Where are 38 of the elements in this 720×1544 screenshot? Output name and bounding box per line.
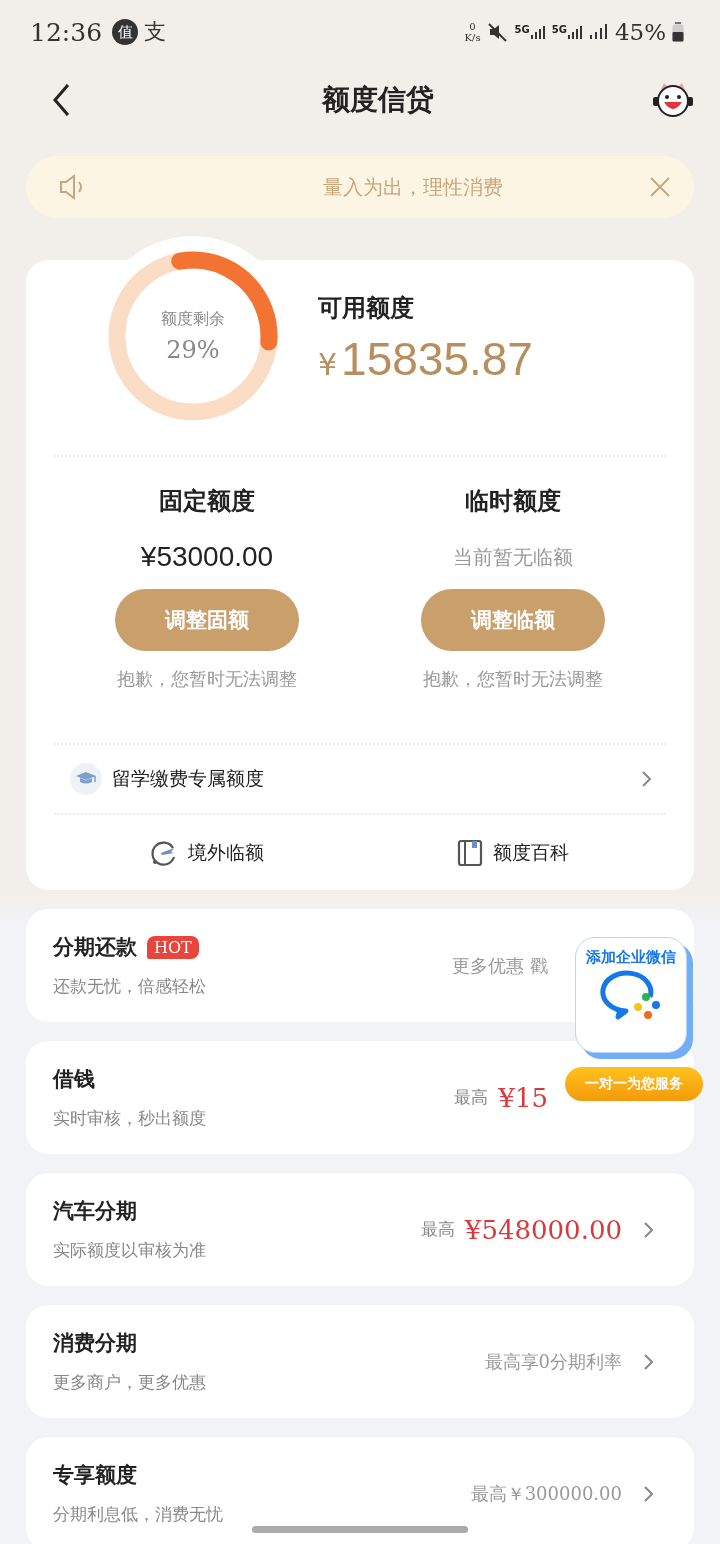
hot-badge: HOT xyxy=(147,935,199,959)
adjust-note: 抱歉，您暂时无法调整 xyxy=(423,667,603,691)
max-amount: ¥15 xyxy=(498,1082,548,1113)
network-speed: 0 K/s xyxy=(464,21,481,43)
status-time: 12:36 xyxy=(30,17,103,47)
product-subtitle: 实时审核，秒出额度 xyxy=(53,1107,207,1130)
ring-percent: 29% xyxy=(166,335,220,364)
page-title: 额度信贷 xyxy=(322,82,434,118)
product-title: 借钱 xyxy=(53,1065,95,1093)
product-note: 更多优惠 戳 xyxy=(452,953,548,978)
adjust-note: 抱歉，您暂时无法调整 xyxy=(117,667,297,691)
max-label: 最高 xyxy=(454,1086,489,1109)
available-amount: 15835.87 xyxy=(341,332,533,386)
product-note: 最高￥300000.00 xyxy=(470,1481,622,1506)
notice-text: 量入为出，理性消费 xyxy=(322,173,504,201)
battery-level: 45% xyxy=(614,19,666,45)
max-label: 最高 xyxy=(420,1218,455,1241)
app-notification-icon: 支 xyxy=(144,17,167,47)
available-label: 可用额度 xyxy=(318,292,415,324)
limit-value: ¥53000.00 xyxy=(140,540,274,574)
product-subtitle: 分期利息低，消费无忧 xyxy=(53,1503,224,1526)
widget-title: 添加企业微信 xyxy=(586,948,676,967)
currency-sign: ¥ xyxy=(318,347,338,382)
product-note: 最高享0分期利率 xyxy=(484,1349,622,1374)
limit-value: 当前暂无临额 xyxy=(453,544,573,571)
product-subtitle: 实际额度以审核为准 xyxy=(53,1239,207,1262)
max-amount: ¥548000.00 xyxy=(464,1214,622,1245)
product-title: 消费分期 xyxy=(53,1329,137,1357)
product-subtitle: 更多商户，更多优惠 xyxy=(53,1371,207,1394)
service-pill: 一对一为您服务 xyxy=(565,1067,703,1101)
app-notification-icon: 值 xyxy=(112,19,139,45)
ring-label: 额度剩余 xyxy=(161,308,225,330)
limit-title: 临时额度 xyxy=(465,485,561,517)
limit-title: 固定额度 xyxy=(159,485,255,517)
product-title: 专享额度 xyxy=(53,1461,137,1489)
product-subtitle: 还款无忧，倍感轻松 xyxy=(53,975,207,998)
product-title: 分期还款 xyxy=(53,933,137,961)
product-title: 汽车分期 xyxy=(53,1197,137,1225)
